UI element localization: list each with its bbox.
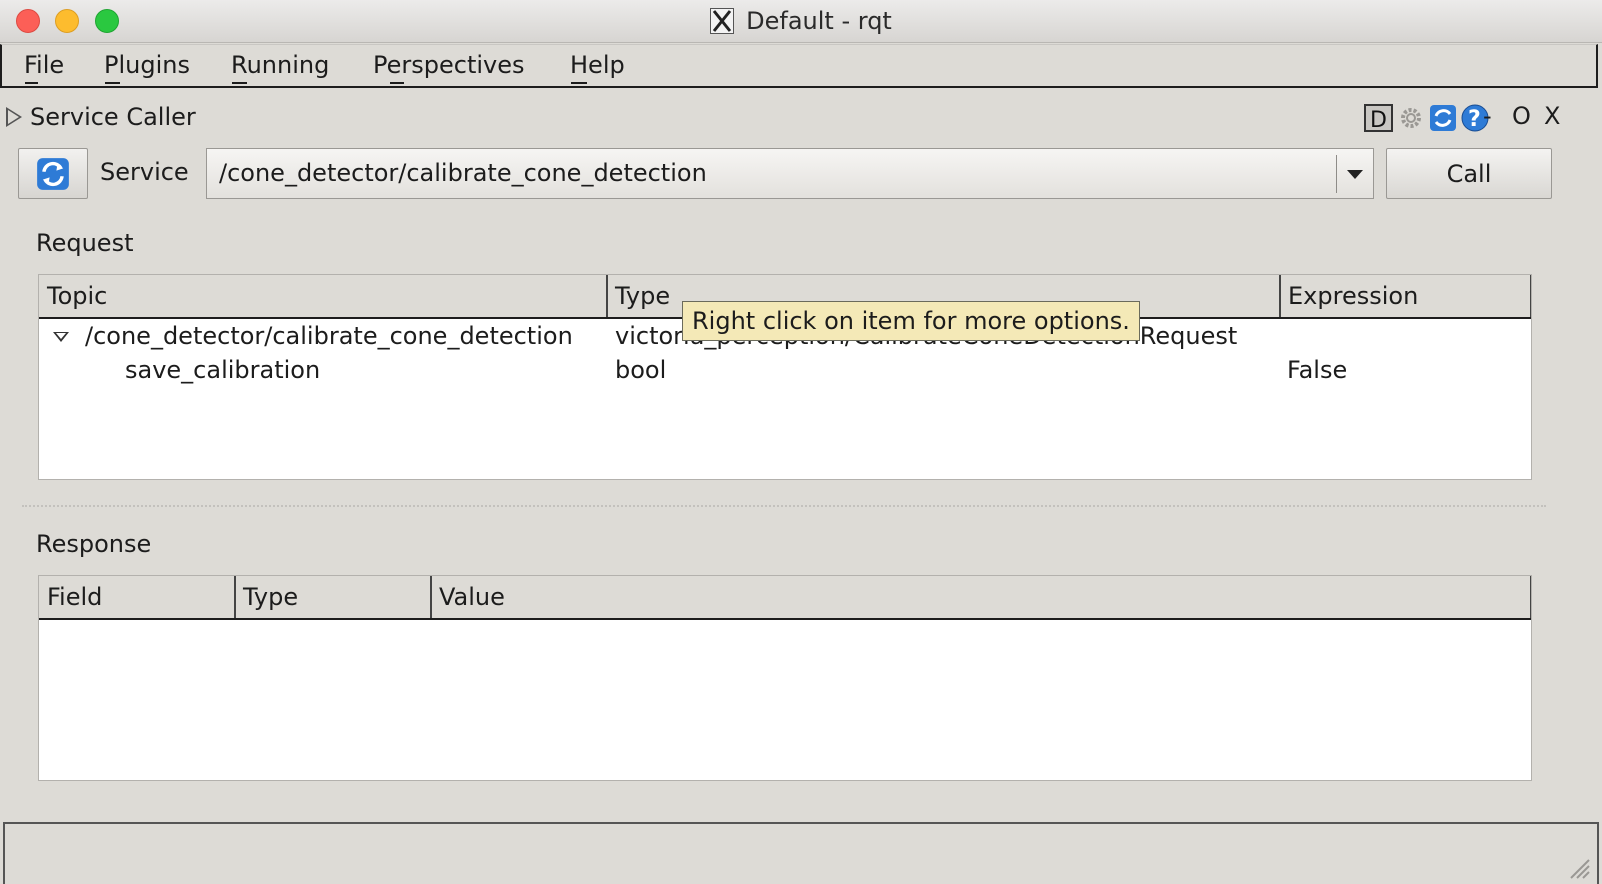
combo-separator [1336,155,1337,193]
row-type: bool [615,356,667,384]
gear-icon[interactable] [1396,103,1426,133]
response-tree[interactable]: Field Type Value [38,575,1532,781]
mnemonic-underline [571,82,587,84]
mnemonic-underline [232,82,247,84]
expand-arrow-icon[interactable] [53,332,69,342]
column-value[interactable]: Value [431,576,1531,618]
service-label: Service [100,158,189,186]
mnemonic-underline [105,82,120,84]
window-title-text: Default - rqt [746,7,892,35]
d-help-icon[interactable]: D [1364,103,1394,133]
column-field[interactable]: Field [39,576,236,618]
splitter-handle[interactable] [22,505,1546,507]
column-type[interactable]: Type [235,576,432,618]
row-topic: /cone_detector/calibrate_cone_detection [85,322,573,350]
menu-bar: File Plugins Running Perspectives Help [0,44,1598,88]
svg-text:D: D [1370,108,1387,133]
close-plugin-button[interactable]: X [1544,102,1560,130]
refresh-icon [37,157,69,190]
plugin-title-bar[interactable]: Service Caller [6,100,196,134]
mnemonic-underline [390,82,404,84]
service-select-value: /cone_detector/calibrate_cone_detection [219,159,707,187]
collapse-arrow-icon[interactable] [6,107,22,127]
response-header: Field Type Value [39,576,1531,620]
menu-plugins[interactable]: Plugins [104,51,190,79]
table-row[interactable]: save_calibration bool False [39,354,1531,388]
request-label: Request [36,229,134,257]
minimize-plugin-button[interactable]: - [1483,102,1492,130]
chevron-down-icon[interactable] [1347,170,1363,179]
service-select[interactable]: /cone_detector/calibrate_cone_detection [206,148,1374,199]
refresh-services-button[interactable] [18,148,88,199]
status-bar [3,822,1599,884]
window-title-bar: Default - rqt [0,0,1602,43]
x11-icon [710,8,735,34]
svg-text:?: ? [1468,107,1481,132]
column-expression[interactable]: Expression [1280,275,1531,317]
menu-perspectives[interactable]: Perspectives [373,51,525,79]
plugin-title: Service Caller [30,103,196,131]
row-expression[interactable]: False [1287,356,1347,384]
column-topic[interactable]: Topic [39,275,608,317]
call-button[interactable]: Call [1386,148,1552,199]
row-topic: save_calibration [125,356,321,384]
resize-grip-icon[interactable] [1565,854,1591,880]
menu-file[interactable]: File [24,51,64,79]
reload-icon[interactable] [1428,103,1458,133]
window-title: Default - rqt [0,0,1602,42]
plugin-toolbar: D ? [1364,103,1490,133]
float-plugin-button[interactable]: O [1512,102,1531,130]
menu-running[interactable]: Running [231,51,329,79]
mnemonic-underline [25,82,38,84]
tooltip: Right click on item for more options. [682,301,1140,341]
menu-help[interactable]: Help [570,51,625,79]
response-label: Response [36,530,152,558]
